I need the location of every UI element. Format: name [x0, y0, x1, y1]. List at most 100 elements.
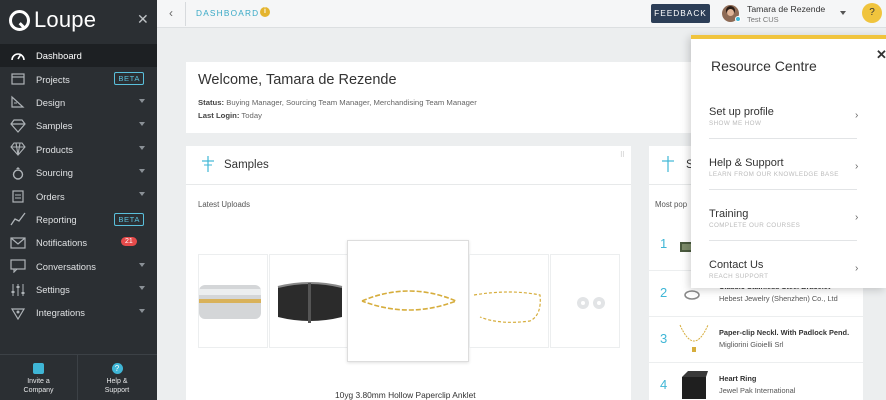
back-chevron-icon[interactable]: ‹	[169, 6, 173, 20]
help-line-2: Support	[104, 387, 130, 394]
sidebar-item-label: Orders	[36, 190, 65, 202]
sidebar-item-integrations[interactable]: Integrations	[0, 301, 157, 324]
resource-item-label: Help & Support	[709, 157, 784, 169]
divider	[186, 184, 631, 185]
clipboard-icon	[10, 189, 26, 203]
samples-icon	[202, 156, 214, 172]
invite-company-button[interactable]: Invite a Company	[0, 355, 78, 400]
breadcrumb[interactable]: DASHBOARD	[196, 8, 259, 18]
online-status-dot	[735, 16, 741, 22]
chevron-right-icon: ›	[855, 263, 859, 274]
dashboard-gauge-icon	[10, 49, 26, 63]
resource-item-sub: LEARN FROM OUR KNOWLEDGE BASE	[709, 171, 839, 178]
most-popular-label-fragment: Most pop	[655, 200, 688, 209]
sidebar-item-reporting[interactable]: Reporting BETA	[0, 208, 157, 231]
resource-item-label: Training	[709, 208, 749, 220]
drag-handle-icon[interactable]: ⠿	[620, 151, 625, 159]
silver-band-image	[199, 285, 261, 319]
sidebar-nav: Dashboard Projects BETA Design Samples P…	[0, 44, 157, 325]
user-menu-chevron-icon[interactable]	[840, 11, 846, 15]
sidebar-item-samples[interactable]: Samples	[0, 114, 157, 137]
popular-item-supplier: Migliorini Gioielli Srl	[719, 340, 784, 349]
sample-thumbnail[interactable]	[550, 254, 620, 348]
sidebar-item-notifications[interactable]: Notifications 21	[0, 231, 157, 254]
sidebar-item-conversations[interactable]: Conversations	[0, 255, 157, 278]
popular-rank: 3	[660, 331, 668, 346]
resource-item-label: Contact Us	[709, 259, 764, 271]
sidebar-item-label: Dashboard	[36, 50, 82, 62]
help-line-1: Help &	[106, 378, 128, 385]
heart-ring-box-image	[682, 371, 708, 399]
sample-thumbnail[interactable]	[269, 254, 349, 348]
close-icon[interactable]: ✕	[876, 47, 886, 63]
sidebar-item-sourcing[interactable]: Sourcing	[0, 161, 157, 184]
help-support-button[interactable]: ? Help & Support	[78, 355, 156, 400]
paperclip-anklet-image	[361, 290, 459, 311]
sidebar-item-design[interactable]: Design	[0, 91, 157, 114]
chevron-down-icon	[139, 309, 145, 314]
divider	[185, 2, 186, 26]
sidebar: Loupe ✕ Dashboard Projects BETA Design S…	[0, 0, 157, 400]
sample-thumbnail[interactable]	[469, 254, 549, 348]
sidebar-item-label: Notifications	[36, 237, 88, 249]
feedback-button[interactable]: FEEDBACK	[651, 4, 710, 23]
chevron-down-icon	[139, 285, 145, 290]
sample-thumbnail[interactable]	[198, 254, 268, 348]
popular-item-supplier: Jewel Pak International	[719, 386, 796, 395]
popular-rank: 1	[660, 236, 668, 251]
stud-earrings-image	[577, 297, 605, 309]
chevron-down-icon	[139, 168, 145, 173]
top-bar: ‹ DASHBOARD i FEEDBACK Tamara de Rezende…	[157, 0, 886, 28]
chevron-down-icon	[139, 262, 145, 267]
loupe-logo-icon	[9, 9, 30, 31]
chat-icon	[10, 259, 26, 274]
sidebar-bottom-actions: Invite a Company ? Help & Support	[0, 354, 157, 400]
featured-sample-thumbnail[interactable]	[347, 240, 469, 362]
sidebar-item-label: Conversations	[36, 260, 96, 272]
last-login-label: Last Login:	[198, 111, 240, 120]
popular-row[interactable]: 3 Paper-clip Neckl. With Padlock Pend. M…	[649, 316, 863, 362]
logo-text: Loupe	[34, 7, 97, 32]
invite-line-1: Invite a	[27, 378, 50, 385]
beta-badge: BETA	[114, 72, 144, 86]
sidebar-item-projects[interactable]: Projects BETA	[0, 67, 157, 90]
popular-item-title: Paper-clip Neckl. With Padlock Pend.	[719, 328, 850, 337]
resource-item-sub: COMPLETE OUR COURSES	[709, 222, 801, 229]
last-login-line: Last Login: Today	[198, 111, 262, 120]
popular-icon	[662, 156, 674, 172]
popular-row[interactable]: 4 Heart Ring Jewel Pak International	[649, 362, 863, 400]
sidebar-item-dashboard[interactable]: Dashboard	[0, 44, 157, 68]
projects-icon	[10, 72, 26, 86]
chart-line-icon	[10, 212, 26, 226]
beta-badge: BETA	[114, 212, 144, 226]
featured-sample-name[interactable]: 10yg 3.80mm Hollow Paperclip Anklet	[335, 390, 476, 400]
sidebar-item-orders[interactable]: Orders	[0, 184, 157, 207]
resource-item-sub: SHOW ME HOW	[709, 120, 762, 127]
ring-icon	[10, 166, 26, 180]
divider	[709, 138, 857, 139]
question-icon: ?	[111, 363, 123, 374]
resource-item-training[interactable]: Training COMPLETE OUR COURSES ›	[709, 208, 879, 248]
samples-card: Samples ⠿ Latest Uploads 10yg 3.80mm Hol…	[186, 146, 631, 400]
sidebar-item-label: Projects	[36, 73, 70, 85]
gem-icon	[10, 142, 26, 157]
resource-item-contact-us[interactable]: Contact Us REACH SUPPORT ›	[709, 259, 879, 299]
status-value: Buying Manager, Sourcing Team Manager, M…	[226, 98, 477, 107]
resource-item-setup-profile[interactable]: Set up profile SHOW ME HOW ›	[709, 106, 879, 146]
sidebar-item-products[interactable]: Products	[0, 138, 157, 161]
info-icon[interactable]: i	[260, 7, 270, 17]
invite-line-2: Company	[23, 387, 54, 394]
samples-title: Samples	[224, 159, 269, 171]
resource-centre-panel: Resource Centre ✕ Set up profile SHOW ME…	[691, 35, 886, 288]
sidebar-item-settings[interactable]: Settings	[0, 278, 157, 301]
resource-item-help-support[interactable]: Help & Support LEARN FROM OUR KNOWLEDGE …	[709, 157, 879, 197]
chevron-right-icon: ›	[855, 110, 859, 121]
chevron-down-icon	[139, 122, 145, 127]
loupe-logo[interactable]: Loupe	[9, 7, 97, 32]
user-org: Test CUS	[747, 15, 779, 24]
close-sidebar-icon[interactable]: ✕	[137, 12, 149, 26]
notification-count-badge: 21	[121, 237, 137, 247]
welcome-title: Welcome, Tamara de Rezende	[198, 72, 397, 88]
help-button[interactable]: ?	[862, 3, 882, 23]
user-name[interactable]: Tamara de Rezende	[747, 4, 825, 14]
